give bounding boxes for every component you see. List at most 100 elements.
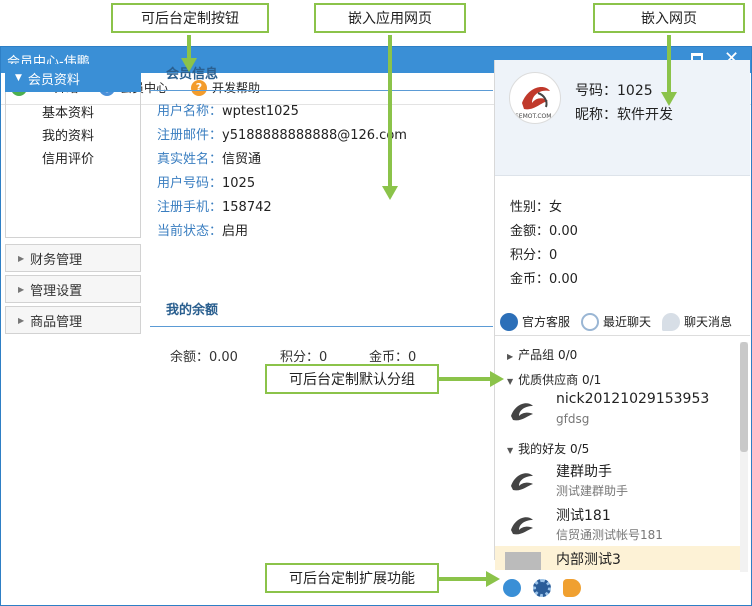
callout-arrowhead	[486, 571, 500, 587]
speaker-icon[interactable]	[563, 579, 581, 597]
info-row-realname: 真实姓名：信贸通	[157, 148, 261, 167]
info-label: 注册邮件：	[157, 128, 223, 143]
profile-number: 号码：1025	[575, 83, 653, 99]
logo-icon	[511, 473, 533, 491]
balance-points: 积分：0	[280, 350, 328, 365]
scrollbar-thumb[interactable]	[740, 342, 748, 452]
sidebar-sub-list: 基本资料 我的资料 信用评价	[5, 92, 141, 238]
logo-text: SEMOT.COM	[515, 113, 552, 120]
right-panel: SEMOT.COM 号码：1025 昵称：软件开发 性别：女 金额：0.00 积…	[495, 60, 750, 597]
list-item[interactable]: 测试181 信贸通测试帐号181	[495, 502, 740, 546]
balance-amount: 余额：0.00	[170, 350, 238, 365]
divider	[150, 326, 493, 327]
callout-arrowhead	[490, 371, 504, 387]
sidebar-item-my-info[interactable]: 我的资料	[42, 125, 140, 148]
callout-arrow	[667, 35, 671, 93]
sidebar-item-basic-info[interactable]: 基本资料	[42, 102, 140, 125]
info-value: 启用	[222, 224, 249, 239]
gear-icon[interactable]	[533, 579, 551, 597]
headset-icon	[500, 312, 518, 331]
extension-bar	[495, 572, 750, 604]
callout-custom-buttons: 可后台定制按钮	[111, 3, 269, 33]
tab-chat-messages[interactable]: 聊天消息	[662, 312, 733, 331]
sidebar-section-products[interactable]: ▶ 商品管理	[5, 306, 141, 334]
sidebar-section-label: 财务管理	[30, 252, 83, 268]
callout-arrow	[439, 577, 487, 581]
sidebar-section-finance[interactable]: ▶ 财务管理	[5, 244, 141, 272]
contact-desc: gfdsg	[556, 412, 590, 426]
tab-recent-chats[interactable]: 最近聊天	[581, 312, 652, 331]
chevron-down-icon: ▼	[507, 377, 514, 386]
chevron-right-icon: ▶	[18, 284, 25, 294]
tab-official-service[interactable]: 官方客服	[500, 312, 571, 331]
avatar	[505, 552, 541, 570]
info-value: wptest1025	[222, 104, 299, 119]
list-item[interactable]: 内部测试3	[495, 546, 740, 570]
contact-desc: 测试建群助手	[556, 484, 629, 498]
info-value: 158742	[222, 200, 272, 215]
list-item[interactable]: 建群助手 测试建群助手	[495, 458, 740, 502]
info-label: 用户号码：	[157, 176, 223, 191]
callout-arrowhead	[382, 186, 398, 200]
sidebar-section-member-data[interactable]: ▼ 会员资料	[5, 64, 141, 92]
chevron-down-icon: ▼	[507, 446, 514, 455]
member-info-panel: 会员信息 用户名称：wptest1025 注册邮件：y5188888888888…	[150, 60, 493, 530]
sidebar-section-label: 会员资料	[27, 72, 80, 88]
callout-arrow	[439, 377, 491, 381]
tab-label: 官方客服	[522, 315, 571, 329]
info-value: y5188888888888@126.com	[222, 128, 407, 143]
profile-card: SEMOT.COM 号码：1025 昵称：软件开发	[495, 60, 750, 176]
avatar	[505, 464, 541, 498]
profile-stats: 性别：女 金额：0.00 积分：0 金币：0.00	[495, 176, 750, 301]
info-label: 注册手机：	[157, 200, 223, 215]
sidebar: ▼ 会员资料 基本资料 我的资料 信用评价 ▶ 财务管理 ▶ 管理设置 ▶ 商品…	[5, 64, 141, 524]
contact-name: 建群助手	[556, 464, 612, 480]
info-row-username: 用户名称：wptest1025	[157, 100, 299, 119]
balance-title: 我的余额	[166, 303, 219, 318]
callout-extension: 可后台定制扩展功能	[265, 563, 439, 593]
info-row-usernumber: 用户号码：1025	[157, 172, 255, 191]
callout-embed-web: 嵌入网页	[593, 3, 745, 33]
contact-list: ▶ 产品组 0/0 ▼ 优质供应商 0/1 nick20121029153953 g…	[495, 340, 740, 570]
sidebar-section-settings[interactable]: ▶ 管理设置	[5, 275, 141, 303]
group-label: 产品组 0/0	[518, 348, 578, 362]
chat-bubble-icon	[662, 312, 681, 331]
chevron-right-icon: ▶	[507, 352, 514, 361]
info-row-email: 注册邮件：y5188888888888@126.com	[157, 124, 407, 143]
chevron-right-icon: ▶	[18, 315, 25, 325]
tab-label: 最近聊天	[603, 315, 652, 329]
callout-default-group: 可后台定制默认分组	[265, 364, 439, 394]
group-suppliers[interactable]: ▼ 优质供应商 0/1	[507, 371, 601, 388]
contact-name: nick20121029153953	[556, 391, 710, 407]
avatar	[505, 508, 541, 542]
group-products[interactable]: ▶ 产品组 0/0	[507, 346, 577, 363]
balance-coins: 金币：0	[369, 350, 417, 365]
sidebar-section-label: 管理设置	[30, 283, 83, 299]
chevron-down-icon: ▼	[15, 73, 22, 83]
list-item[interactable]: nick20121029153953 gfdsg	[495, 388, 740, 432]
group-friends[interactable]: ▼ 我的好友 0/5	[507, 440, 589, 457]
divider	[150, 90, 493, 91]
chat-bubble-icon[interactable]	[503, 579, 521, 597]
info-label: 用户名称：	[157, 104, 223, 119]
profile-nickname: 昵称：软件开发	[575, 107, 673, 123]
avatar[interactable]: SEMOT.COM	[509, 72, 561, 124]
info-value: 1025	[222, 176, 256, 191]
avatar	[505, 394, 541, 428]
sidebar-section-label: 商品管理	[30, 314, 83, 330]
callout-arrowhead	[181, 58, 197, 72]
callout-embed-app: 嵌入应用网页	[314, 3, 466, 33]
callout-arrow	[388, 35, 392, 187]
logo-icon	[511, 517, 533, 535]
contact-name: 测试181	[556, 508, 611, 524]
stat-gender: 性别：女	[510, 200, 563, 215]
tab-label: 聊天消息	[684, 315, 733, 329]
group-label: 我的好友 0/5	[518, 442, 590, 456]
info-label: 真实姓名：	[157, 152, 223, 167]
balance-header: 我的余额	[150, 296, 493, 327]
info-value: 信贸通	[222, 152, 262, 167]
info-row-phone: 注册手机：158742	[157, 196, 272, 215]
sidebar-item-credit-rating[interactable]: 信用评价	[42, 148, 140, 171]
contact-scrollbar[interactable]	[740, 342, 748, 572]
stat-amount: 金额：0.00	[510, 224, 578, 239]
